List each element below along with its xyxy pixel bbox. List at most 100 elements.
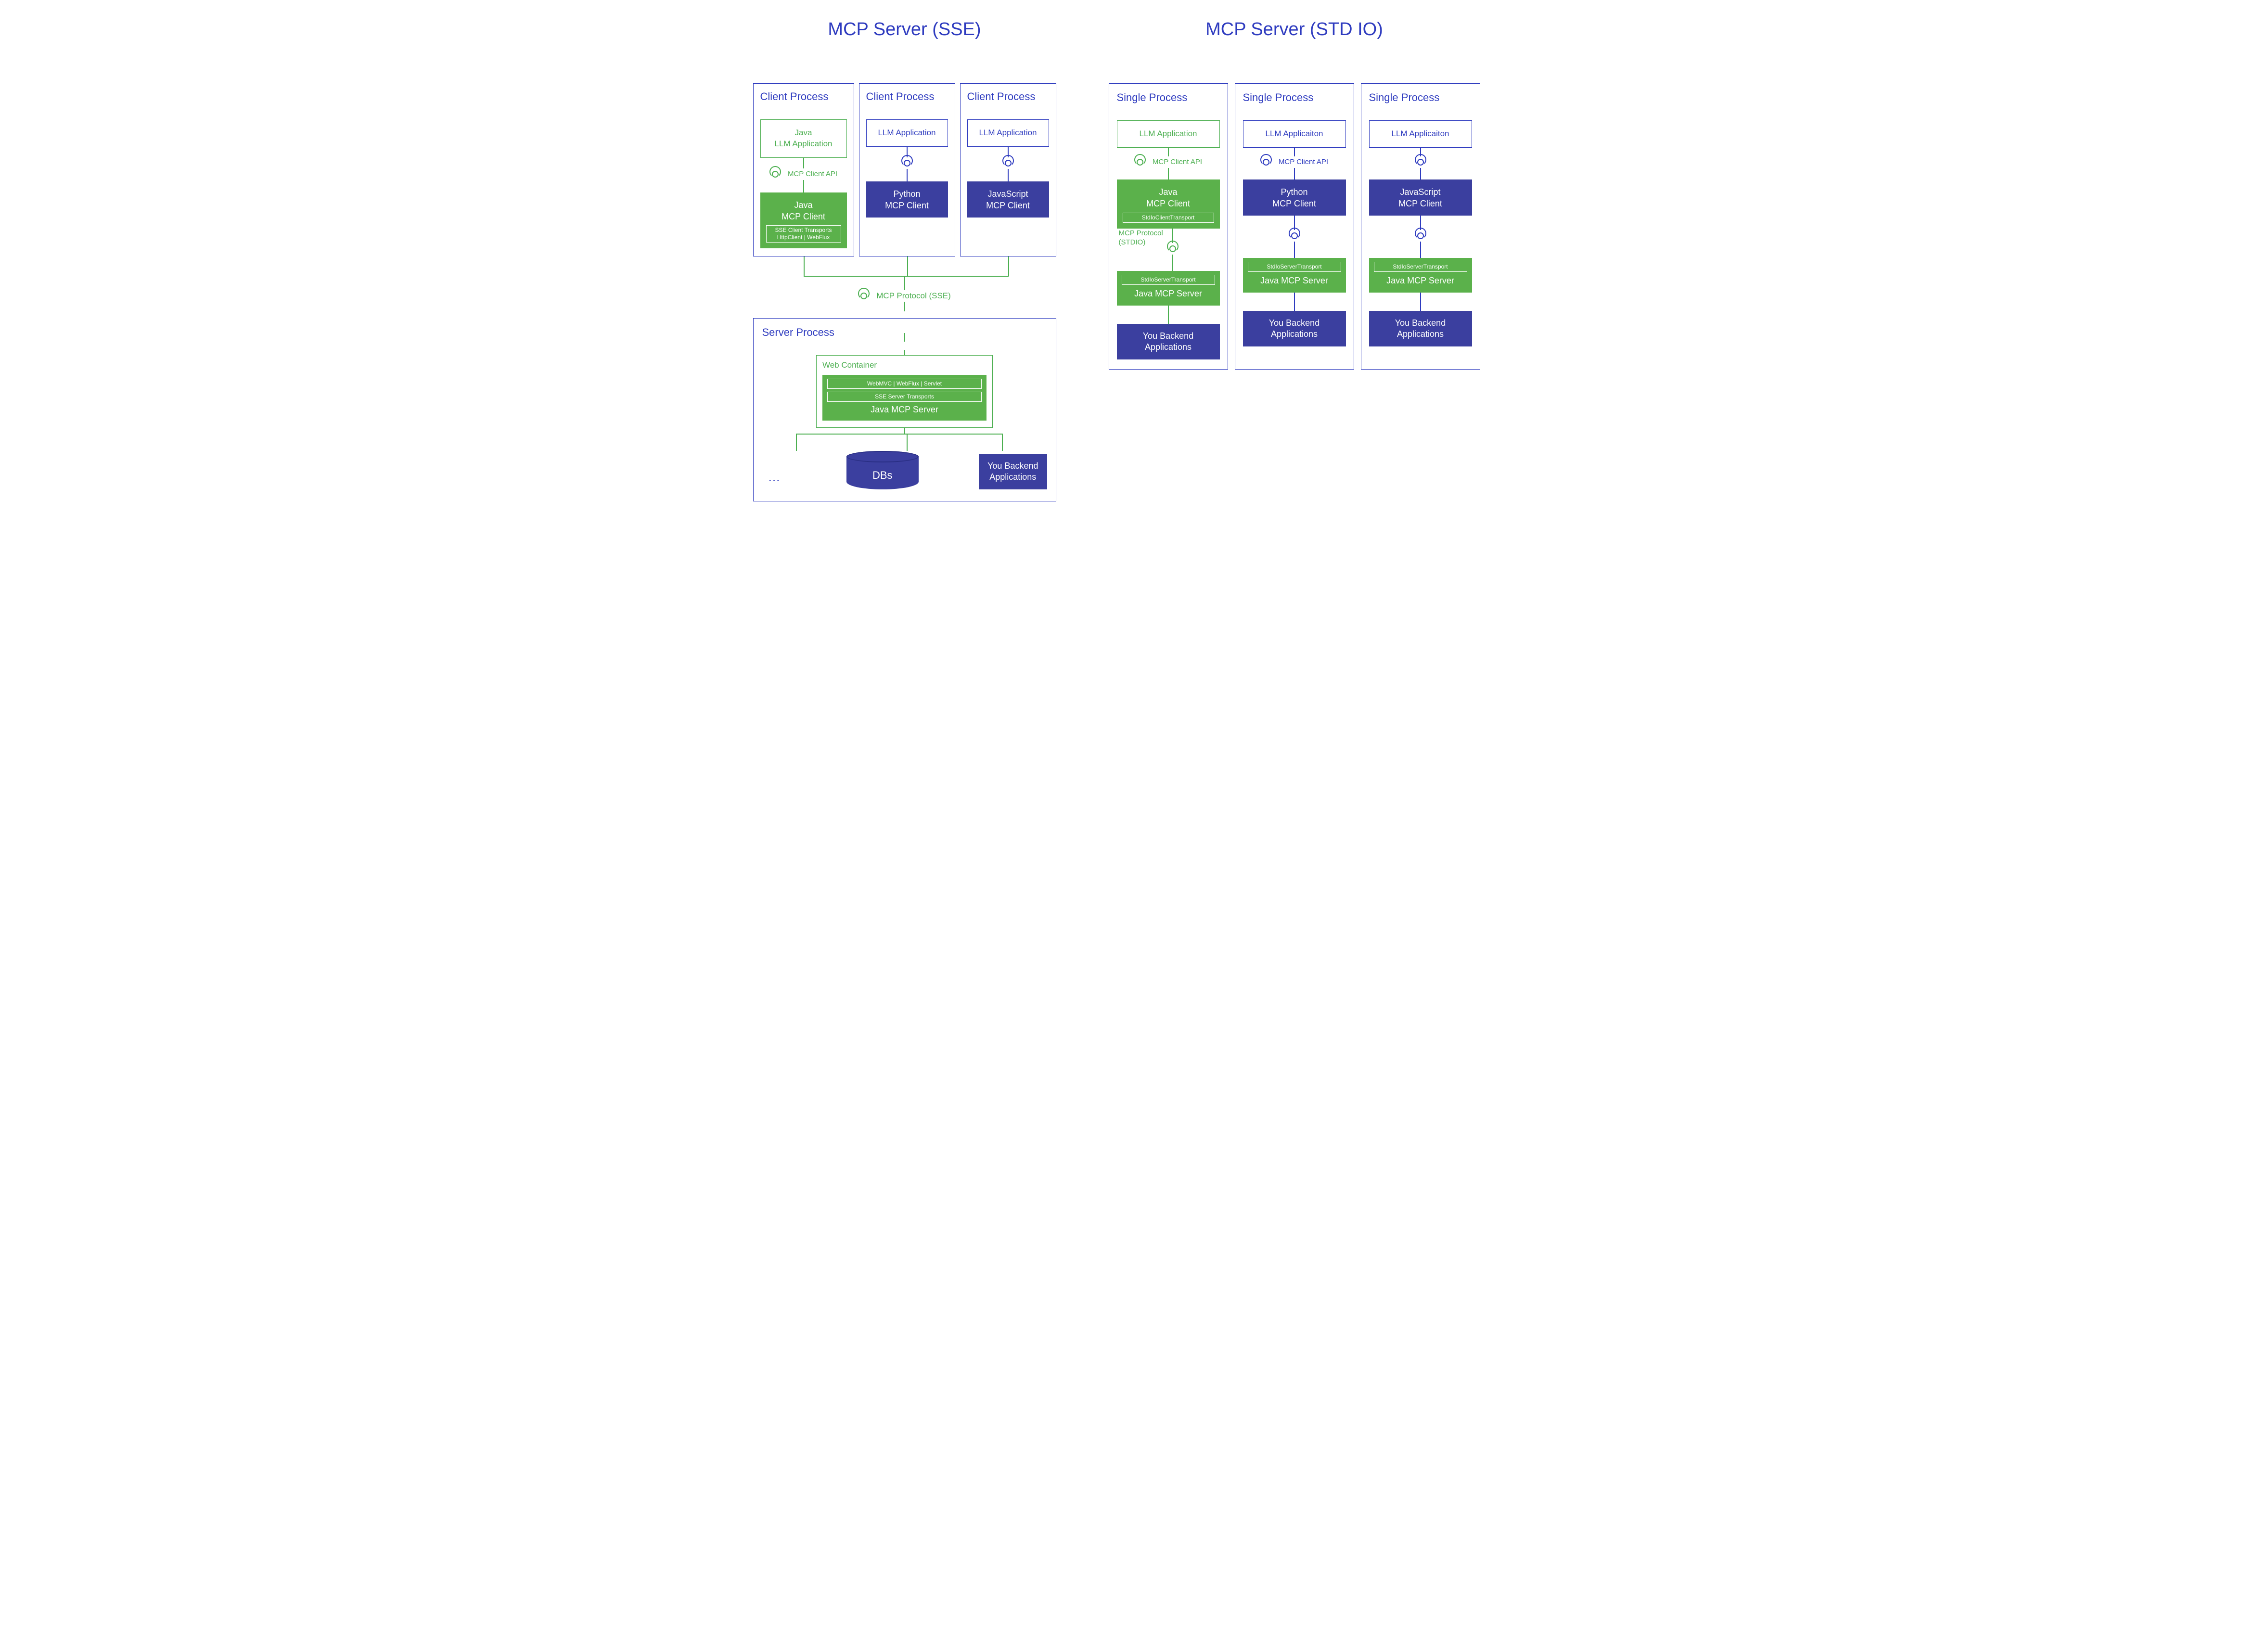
app-label: LLM Applicaiton [1265, 129, 1323, 138]
mcp-client-api-label: MCP Client API [1279, 158, 1328, 166]
ball-socket-icon [858, 290, 870, 302]
single-process-title: Single Process [1369, 91, 1472, 104]
backend-line2: Applications [1397, 329, 1444, 339]
web-container: Web Container WebMVC | WebFlux | Servlet… [816, 355, 993, 428]
server-name: Java MCP Server [871, 405, 938, 414]
client-process-title: Client Process [866, 90, 948, 103]
java-mcp-server: StdIoServerTransport Java MCP Server [1117, 271, 1220, 306]
client-api-connector [967, 147, 1049, 181]
client-line2: MCP Client [1398, 199, 1442, 208]
app-label: LLM Applicaiton [1391, 129, 1449, 138]
stdio-client-transport: StdIoClientTransport [1123, 213, 1214, 223]
connector-line [904, 333, 905, 342]
client-line1: JavaScript [1400, 187, 1440, 197]
client-process-title: Client Process [967, 90, 1049, 103]
connector-line [803, 158, 804, 168]
bus-line [1008, 256, 1009, 276]
ellipsis-icon: … [762, 470, 786, 489]
backend-applications: You Backend Applications [1243, 311, 1346, 347]
db-label: DBs [846, 469, 919, 482]
ball-socket-icon [1134, 156, 1146, 168]
client-line1: Python [893, 189, 920, 199]
connector-line [1294, 148, 1295, 156]
single-process-title: Single Process [1117, 91, 1220, 104]
client-line2: MCP Client [781, 212, 825, 221]
client-api-connector: MCP Client API [1243, 148, 1346, 179]
protocol-connector [1369, 216, 1472, 258]
stdio-columns: Single Process LLM Application MCP Clien… [1109, 83, 1480, 370]
stdio-server-transport: StdIoServerTransport [1248, 262, 1341, 272]
ball-socket-icon [1167, 243, 1179, 255]
app-line2: LLM Application [774, 139, 832, 148]
backend-line2: Applications [1145, 342, 1191, 352]
connector-line [1294, 293, 1295, 311]
backend-applications: You Backend Applications [1117, 324, 1220, 360]
llm-app: LLM Application [1117, 120, 1220, 148]
mcp-client-api-label: MCP Client API [788, 170, 837, 178]
protocol-connector [1243, 216, 1346, 258]
backend-applications: You Backend Applications [979, 454, 1047, 490]
mcp-client-java: Java MCP Client StdIoClientTransport [1117, 179, 1220, 229]
client-line1: Java [1159, 187, 1177, 197]
connector-line [1172, 255, 1173, 271]
app-label: LLM Application [1139, 129, 1197, 138]
ball-socket-icon [1260, 156, 1272, 168]
ball-socket-icon [1415, 230, 1426, 242]
sse-clients-row: Client Process Java LLM Application MCP … [753, 83, 1056, 256]
llm-app: LLM Applicaiton [1369, 120, 1472, 148]
stdio-title: MCP Server (STD IO) [1205, 19, 1383, 40]
backend-line2: Applications [1271, 329, 1318, 339]
ball-socket-icon [901, 157, 913, 169]
connector-line [907, 169, 908, 181]
client-api-connector: MCP Client API [760, 158, 847, 192]
mcp-protocol-stdio-label: MCP Protocol (STDIO) [1119, 229, 1163, 247]
server-transport-title: SSE Server Transports [827, 392, 982, 402]
single-process-javascript: Single Process LLM Applicaiton JavaScrip… [1361, 83, 1480, 370]
connector-line [1002, 434, 1003, 451]
server-name: Java MCP Server [1260, 276, 1328, 285]
client-process-java: Client Process Java LLM Application MCP … [753, 83, 854, 256]
database-icon: DBs [846, 451, 919, 489]
client-api-connector: MCP Client API [1117, 148, 1220, 179]
java-mcp-server: WebMVC | WebFlux | Servlet SSE Server Tr… [822, 375, 986, 421]
connector-line [904, 428, 905, 434]
backend-line1: You Backend [1269, 318, 1320, 328]
app-line2: LLM Application [878, 128, 935, 137]
client-line2: MCP Client [1146, 199, 1190, 208]
client-line1: JavaScript [987, 189, 1028, 199]
client-process-javascript: Client Process LLM Application JavaScrip… [960, 83, 1056, 256]
client-line2: MCP Client [1272, 199, 1316, 208]
backend-applications: You Backend Applications [1369, 311, 1472, 347]
single-process-title: Single Process [1243, 91, 1346, 104]
connector-line [1008, 169, 1009, 181]
mcp-client-javascript: JavaScript MCP Client [1369, 179, 1472, 216]
mcp-client-python: Python MCP Client [866, 181, 948, 218]
stdio-section: MCP Server (STD IO) Single Process LLM A… [1097, 19, 1492, 370]
app-line1: Java [795, 128, 812, 137]
proto-line1: MCP Protocol [1119, 229, 1163, 237]
ball-socket-icon [1289, 230, 1300, 242]
connector-line [1420, 242, 1421, 258]
connector [1163, 229, 1182, 271]
llm-app: LLM Application [967, 119, 1049, 147]
backend-fanout [762, 434, 1047, 451]
connector-line [796, 434, 1003, 435]
connector-line [1294, 242, 1295, 258]
stdio-server-transport: StdIoServerTransport [1122, 275, 1215, 285]
mcp-protocol-sse-label: MCP Protocol (SSE) [876, 291, 951, 301]
sse-client-transport: SSE Client Transports HttpClient | WebFl… [766, 225, 841, 243]
connector-line [904, 350, 905, 356]
mcp-client-javascript: JavaScript MCP Client [967, 181, 1049, 218]
llm-app: LLM Applicaiton [1243, 120, 1346, 148]
ball-socket-icon [769, 168, 781, 180]
app-line2: LLM Application [979, 128, 1037, 137]
connector-line [904, 276, 905, 290]
server-process: Server Process Web Container WebMVC | We… [753, 318, 1056, 501]
java-mcp-server: StdIoServerTransport Java MCP Server [1243, 258, 1346, 293]
mcp-client-python: Python MCP Client [1243, 179, 1346, 216]
client-api-connector [866, 147, 948, 181]
connector-line [1420, 293, 1421, 311]
connector-line [1168, 148, 1169, 156]
ball-socket-icon [1002, 157, 1014, 169]
backend-row: … DBs You Backend Applications [762, 451, 1047, 489]
